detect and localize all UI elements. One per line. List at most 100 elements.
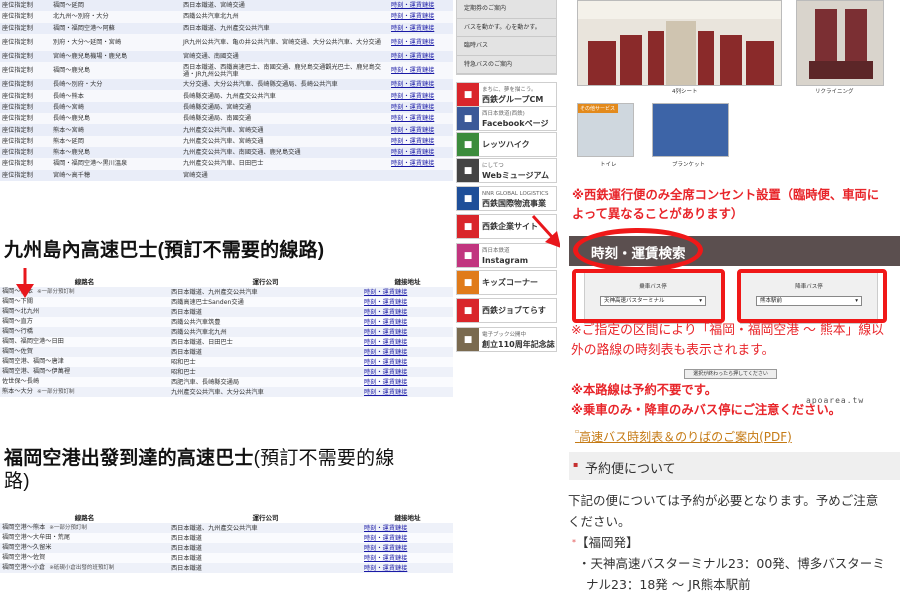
timetable-link[interactable]: 時刻・運賃鏈接 — [391, 13, 434, 20]
timetable-link[interactable]: 時刻・運賃鏈接 — [391, 39, 434, 46]
operator-name: 長崎縣交通局、宮崎交通 — [181, 101, 389, 114]
banner-link[interactable]: ■ 西日本鉄道(西鉄) Facebookページ — [456, 106, 557, 131]
reservation-body: 下記の便については予約が必要となります。予めご注意 ください。 *【福岡発】 ・… — [568, 490, 885, 595]
timetable-link[interactable]: 時刻・運賃鏈接 — [391, 53, 434, 60]
route-name: 福岡空港～久留米 — [2, 544, 52, 551]
route-name: 福岡～北九州 — [2, 308, 40, 315]
timetable-link[interactable]: 時刻・運賃鏈接 — [391, 127, 434, 134]
banner-link[interactable]: ■ 電子ブック公開中 創立110周年記念誌 — [456, 327, 557, 352]
banner-icon: ■ — [457, 299, 479, 322]
header-operator: 運行公司 — [252, 513, 279, 522]
timetable-link[interactable]: 時刻・運賃鏈接 — [364, 339, 407, 346]
search-submit-button[interactable]: 選択が終わったら押してください — [684, 369, 777, 379]
seat-type: 座位指定制 — [0, 0, 51, 12]
timetable-link[interactable]: 時刻・運賃鏈接 — [364, 525, 407, 532]
operator-name: 長崎縣交通局、九州產交公共汽車 — [181, 90, 389, 102]
menu-item[interactable]: 特急バスのご案内 — [457, 55, 556, 74]
bullet-icon: ▪ — [573, 460, 579, 469]
route-name: 福岡～行橋 — [2, 328, 33, 335]
range-note-line: ※ご指定の区間により「福岡・福岡空港 ～ 熊本」線以 — [571, 323, 884, 338]
timetable-link[interactable]: 時刻・運賃鏈接 — [391, 138, 434, 145]
banner-link[interactable]: ■ にしてつ Webミュージアム — [456, 158, 557, 183]
reservation-section-header: ▪ 予約便について — [569, 452, 900, 480]
timetable-link[interactable]: 時刻・運賃鏈接 — [364, 545, 407, 552]
seat-type: 座位指定制 — [0, 113, 51, 125]
body-line: ナル23：18発 ～ JR熊本駅前 — [586, 577, 751, 592]
menu-item[interactable]: 定期券のご案内 — [457, 0, 556, 19]
banner-column: 定期券のご案内 バスを動かす。心を動かす。 臨時バス 特急バスのご案内 ■ まちに… — [453, 0, 561, 600]
banner-icon: ■ — [457, 244, 479, 267]
timetable-link[interactable]: 時刻・運賃鏈接 — [391, 25, 434, 32]
seat-type: 座位指定制 — [0, 135, 51, 147]
timetable-link[interactable]: 時刻・運賃鏈接 — [391, 2, 434, 9]
timetable-link[interactable]: 時刻・運賃鏈接 — [391, 67, 434, 74]
banner-title: レッツハイク — [482, 140, 530, 149]
operator-name: 西日本鐵道 — [169, 347, 362, 357]
timetable-link[interactable]: 時刻・運賃鏈接 — [364, 379, 407, 386]
seat-type: 座位指定制 — [0, 11, 51, 23]
table-row: 座位指定制 熊本～鹿兒島 九州產交公共汽車、南國交通、鹿兒島交通 時刻・運賃鏈接 — [0, 146, 453, 159]
timetable-link[interactable]: 時刻・運賃鏈接 — [391, 104, 434, 111]
banner-link[interactable]: ■ NNR GLOBAL LOGISTICS 西鉄国際物流事業 — [456, 186, 557, 211]
pdf-link[interactable]: ▫高速バス時刻表＆のりばのご案内(PDF) — [575, 428, 792, 445]
banner-title: 西鉄グループCM — [482, 94, 544, 104]
timetable-link-cell: 時刻・運賃鏈接 — [389, 50, 453, 63]
banner-link[interactable]: ■ まちに、夢を描こう。 西鉄グループCM — [456, 82, 557, 107]
route-name-cell: 福岡空港～佐賀 — [0, 553, 169, 563]
operator-name: 西日本鐵道、日田巴士 — [169, 337, 362, 347]
route-name-cell: 福岡空港～熊本 ※一部分預訂制 — [0, 523, 169, 533]
timetable-link[interactable]: 時刻・運賃鏈接 — [364, 359, 407, 366]
section2-title-line2: 路) — [4, 471, 30, 492]
banner-text: にしてつ Webミュージアム — [479, 162, 549, 180]
seat-type: 座位指定制 — [0, 62, 51, 80]
timetable-link[interactable]: 時刻・運賃鏈接 — [391, 149, 434, 156]
timetable-link[interactable]: 時刻・運賃鏈接 — [391, 81, 434, 88]
no-reservation-table: 線路名 運行公司 鏈接地址 — [0, 277, 453, 287]
route-name: 福岡～直方 — [2, 318, 33, 325]
timetable-link[interactable]: 時刻・運賃鏈接 — [364, 565, 407, 572]
timetable-link[interactable]: 時刻・運賃鏈接 — [364, 389, 407, 396]
operator-name: 西日本鐵道 — [169, 563, 362, 573]
timetable-link[interactable]: 時刻・運賃鏈接 — [364, 309, 407, 316]
route-name: 福岡空港～大牟田・荒尾 — [2, 534, 71, 541]
banner-link[interactable]: ■ 西鉄ジョブてらす — [456, 298, 557, 323]
seat-type: 座位指定制 — [0, 124, 51, 136]
section2-title: 福岡空港出發到達的高速巴士(預訂不需要的線 路) — [4, 447, 449, 493]
timetable-link[interactable]: 時刻・運賃鏈接 — [364, 289, 407, 296]
table-row: 座位指定制 北九州～別府・大分 西鐵公共汽車北九州 時刻・運賃鏈接 — [0, 11, 453, 23]
banner-sub: 西日本鉄道 — [482, 247, 510, 254]
timetable-link[interactable]: 時刻・運賃鏈接 — [364, 535, 407, 542]
seat-type: 座位指定制 — [0, 33, 51, 51]
banner-link[interactable]: ■ キッズコーナー — [456, 270, 557, 295]
timetable-link-cell: 時刻・運賃鏈接 — [362, 347, 453, 357]
right-panel: 4列シート リクライニング その他サービス トイレ ブランケット ※西鉄運行便の… — [560, 0, 900, 600]
timetable-link-cell: 時刻・運賃鏈接 — [362, 377, 453, 387]
timetable-link[interactable]: 時刻・運賃鏈接 — [391, 93, 434, 100]
operator-name: 昭和巴士 — [169, 367, 362, 377]
pdf-link-label: 高速バス時刻表＆のりばのご案内(PDF) — [579, 430, 792, 444]
timetable-link[interactable]: 時刻・運賃鏈接 — [364, 555, 407, 562]
timetable-link[interactable]: 時刻・運賃鏈接 — [364, 319, 407, 326]
timetable-link[interactable]: 時刻・運賃鏈接 — [391, 115, 434, 122]
timetable-link[interactable]: 時刻・運賃鏈接 — [364, 329, 407, 336]
timetable-link[interactable]: 時刻・運賃鏈接 — [364, 299, 407, 306]
route-name: 別府・大分～延岡・宮崎 — [51, 33, 181, 51]
timetable-link[interactable]: 時刻・運賃鏈接 — [364, 369, 407, 376]
menu-item[interactable]: バスを動かす。心を動かす。 — [457, 18, 556, 37]
route-name: 福岡～佐賀 — [2, 348, 33, 355]
menu-item[interactable]: 臨時バス — [457, 37, 556, 56]
timetable-link-cell: 時刻・運賃鏈接 — [362, 367, 453, 377]
timetable-link[interactable]: 時刻・運賃鏈接 — [391, 160, 434, 167]
operator-name: 西肥汽車、長崎縣交通局 — [169, 377, 362, 387]
watermark: apoarea.tw — [806, 396, 865, 405]
operator-name: 西日本鐵道 — [169, 553, 362, 563]
banner-link[interactable]: ■ レッツハイク — [456, 132, 557, 157]
banner-text: 西日本鉄道(西鉄) Facebookページ — [479, 110, 548, 128]
banner-icon: ■ — [457, 215, 479, 238]
route-name-cell: 福岡空港、福岡～伊萬裡 — [0, 367, 169, 377]
timetable-link[interactable]: 時刻・運賃鏈接 — [364, 349, 407, 356]
header-link: 鏈接地址 — [394, 513, 421, 522]
menu-list: 定期券のご案内 バスを動かす。心を動かす。 臨時バス 特急バスのご案内 — [456, 0, 557, 75]
banner-icon: ■ — [457, 271, 479, 294]
operator-name: 九州產交公共汽車、南國交通、鹿兒島交通 — [181, 146, 389, 159]
